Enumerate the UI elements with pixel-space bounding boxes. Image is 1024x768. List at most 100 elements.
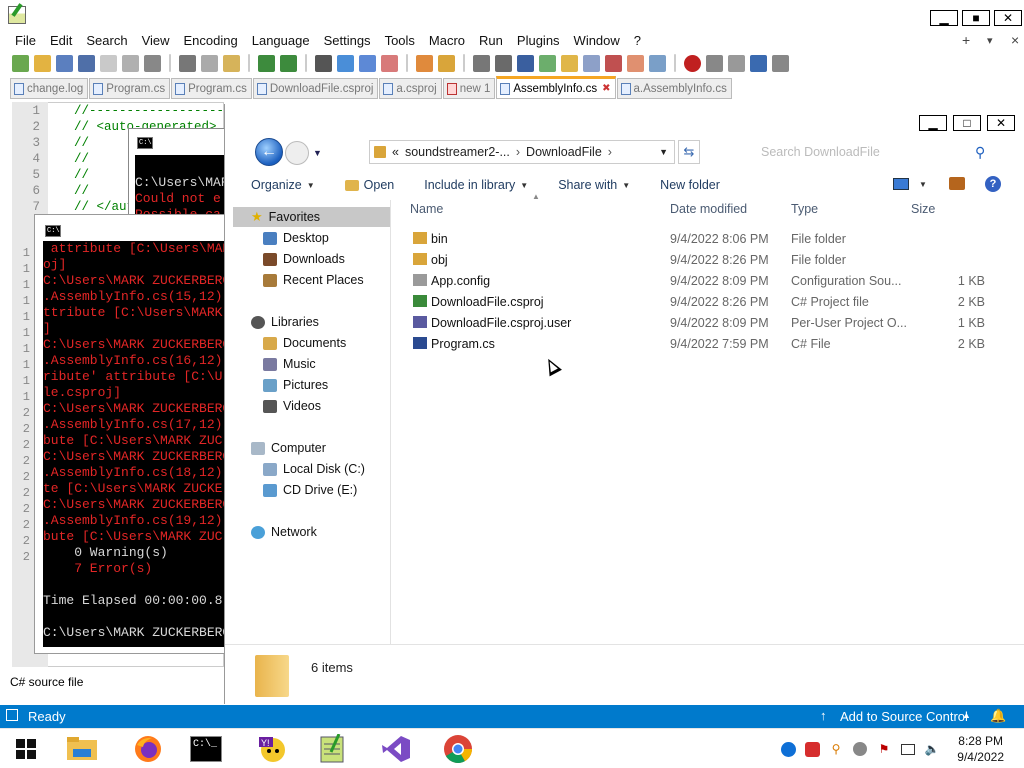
cut-icon[interactable] <box>179 54 196 72</box>
new-folder-button[interactable]: New folder <box>660 178 720 192</box>
breadcrumb-item[interactable]: soundstreamer2-... <box>405 145 510 159</box>
open-button[interactable]: Open <box>344 178 394 192</box>
breadcrumb-overflow[interactable]: « <box>392 145 399 159</box>
menu-item-edit[interactable]: Edit <box>43 33 79 48</box>
system-clock[interactable]: 8:28 PM 9/4/2022 <box>957 733 1004 765</box>
menu-item-plugins[interactable]: Plugins <box>510 33 567 48</box>
cmd-window-small[interactable]: C:\ C:\Users\MARK ZUCKERBERGCould not eP… <box>128 128 228 228</box>
explorer-maximize-button[interactable]: □ <box>953 115 981 131</box>
user-language-icon[interactable] <box>539 54 556 72</box>
forward-button[interactable] <box>285 141 309 165</box>
nav-libraries[interactable]: Libraries <box>233 312 391 332</box>
tab-program-cs[interactable]: Program.cs <box>171 78 252 99</box>
nav-item-desktop[interactable]: Desktop <box>263 228 329 248</box>
maximize-button[interactable]: ■ <box>962 10 990 26</box>
include-in-library-button[interactable]: Include in library ▼ <box>424 178 528 192</box>
tab-new-1[interactable]: new 1 <box>442 78 496 99</box>
breadcrumb-chevron-icon[interactable]: › <box>608 145 612 159</box>
undo-icon[interactable] <box>258 54 275 72</box>
close-all-icon[interactable] <box>122 54 139 72</box>
print-icon[interactable] <box>144 54 161 72</box>
menu-item-view[interactable]: View <box>135 33 177 48</box>
nav-item-downloads[interactable]: Downloads <box>263 249 345 269</box>
breadcrumb-chevron-icon[interactable]: › <box>516 145 520 159</box>
new-tab-icon[interactable]: + <box>962 32 970 48</box>
back-button[interactable]: ← <box>255 138 283 166</box>
add-to-source-control[interactable]: Add to Source Control <box>840 709 968 724</box>
file-row[interactable]: App.config 9/4/2022 8:09 PM Configuration … <box>409 271 1009 292</box>
run-macro-multiple-icon[interactable] <box>750 54 767 72</box>
view-options-dropdown-icon[interactable]: ▼ <box>919 180 927 189</box>
nav-favorites[interactable]: ★ Favorites <box>233 207 391 227</box>
tab-a-csproj[interactable]: a.csproj <box>379 78 442 99</box>
tab-a-assemblyinfo-cs[interactable]: a.AssemblyInfo.cs <box>616 78 732 99</box>
zoom-out-icon[interactable] <box>381 54 398 72</box>
nav-network[interactable]: Network <box>233 522 391 542</box>
address-bar[interactable]: « soundstreamer2-... › DownloadFile › ▼ <box>369 140 675 164</box>
file-row[interactable]: bin 9/4/2022 8:06 PM File folder <box>409 229 1009 250</box>
column-header-date[interactable]: Date modified <box>670 202 747 216</box>
breadcrumb-item[interactable]: DownloadFile <box>526 145 602 159</box>
doc-list-icon[interactable] <box>583 54 600 72</box>
notifications-bell-icon[interactable]: 🔔 <box>990 708 1006 724</box>
volume-icon[interactable]: 🔈 <box>924 741 940 757</box>
search-icon[interactable]: ⚲ <box>975 144 985 161</box>
new-file-icon[interactable] <box>12 54 29 72</box>
nav-item-pictures[interactable]: Pictures <box>263 375 328 395</box>
chevron-up-icon[interactable]: ▲ <box>962 710 971 720</box>
cmd-window[interactable]: C:\ attribute [C:\Users\MARK ZUCKERBERGo… <box>34 214 228 654</box>
preview-pane-icon[interactable] <box>949 177 965 190</box>
nav-item-documents[interactable]: Documents <box>263 333 346 353</box>
function-list-icon[interactable] <box>605 54 622 72</box>
recorder-tray-icon[interactable] <box>804 741 820 757</box>
menu-item-run[interactable]: Run <box>472 33 510 48</box>
visual-studio-icon[interactable] <box>378 734 414 764</box>
find-icon[interactable] <box>315 54 332 72</box>
nav-item-cd-drive[interactable]: CD Drive (E:) <box>263 480 357 500</box>
column-header-name[interactable]: Name <box>410 202 443 216</box>
file-row[interactable]: DownloadFile.csproj.user 9/4/2022 8:09 PM… <box>409 313 1009 334</box>
file-explorer-icon[interactable] <box>64 734 100 764</box>
zoom-in-icon[interactable] <box>359 54 376 72</box>
tab-assemblyinfo-cs[interactable]: AssemblyInfo.cs ✖ <box>496 76 616 99</box>
help-icon[interactable]: ? <box>985 176 1001 192</box>
record-macro-icon[interactable] <box>684 54 701 72</box>
column-header-type[interactable]: Type <box>791 202 818 216</box>
recent-locations-dropdown[interactable]: ▼ <box>313 148 322 158</box>
save-all-icon[interactable] <box>78 54 95 72</box>
change-view-icon[interactable] <box>893 178 909 190</box>
share-with-button[interactable]: Share with ▼ <box>558 178 630 192</box>
tab-program-cs[interactable]: Program.cs <box>89 78 171 99</box>
organize-button[interactable]: Organize ▼ <box>251 178 315 192</box>
close-doc-icon[interactable]: × <box>1011 32 1019 48</box>
indent-guide-icon[interactable] <box>517 54 534 72</box>
copy-icon[interactable] <box>201 54 218 72</box>
open-file-icon[interactable] <box>34 54 51 72</box>
explorer-close-button[interactable]: ✕ <box>987 115 1015 131</box>
pane-divider[interactable] <box>390 200 391 644</box>
tab-change-log[interactable]: change.log <box>10 78 89 99</box>
replace-icon[interactable] <box>337 54 354 72</box>
nav-item-local-disk[interactable]: Local Disk (C:) <box>263 459 365 479</box>
address-dropdown-icon[interactable]: ▼ <box>659 147 668 157</box>
refresh-icon[interactable]: ⇆ <box>678 140 700 164</box>
menu-item-window[interactable]: Window <box>567 33 627 48</box>
redo-icon[interactable] <box>280 54 297 72</box>
paste-icon[interactable] <box>223 54 240 72</box>
nav-item-recent-places[interactable]: Recent Places <box>263 270 364 290</box>
menu-item-encoding[interactable]: Encoding <box>177 33 245 48</box>
sync-vertical-icon[interactable] <box>416 54 433 72</box>
chrome-icon[interactable] <box>440 734 476 764</box>
close-file-icon[interactable] <box>100 54 117 72</box>
folder-as-workspace-icon[interactable] <box>627 54 644 72</box>
play-macro-icon[interactable] <box>728 54 745 72</box>
word-wrap-icon[interactable] <box>473 54 490 72</box>
column-header-size[interactable]: Size <box>911 202 935 216</box>
explorer-minimize-button[interactable]: ▁ <box>919 115 947 131</box>
sync-horizontal-icon[interactable] <box>438 54 455 72</box>
yahoo-messenger-icon[interactable]: Y! <box>254 734 290 764</box>
save-icon[interactable] <box>56 54 73 72</box>
menu-item-settings[interactable]: Settings <box>317 33 378 48</box>
tab-list-icon[interactable]: ▾ <box>987 34 993 47</box>
tab-downloadfile-csproj[interactable]: DownloadFile.csproj <box>252 78 379 99</box>
